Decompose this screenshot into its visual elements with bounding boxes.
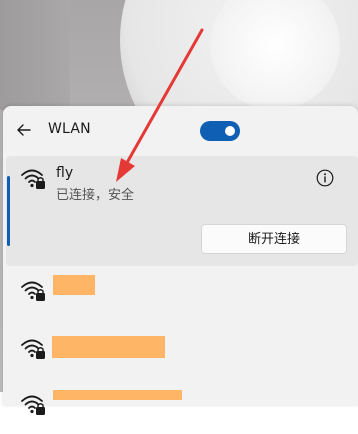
wlan-quick-settings-panel: WLAN fly 已连接，安全 断开连接 <box>3 106 358 415</box>
back-arrow-icon[interactable] <box>16 122 32 138</box>
info-icon[interactable] <box>316 169 334 187</box>
wlan-header: WLAN <box>3 106 358 154</box>
disconnect-button[interactable]: 断开连接 <box>201 224 347 254</box>
redacted-network-name <box>53 275 95 295</box>
network-list-item[interactable] <box>6 266 358 318</box>
wlan-toggle[interactable] <box>200 121 240 141</box>
wifi-secured-icon <box>21 169 45 189</box>
connected-network-item[interactable]: fly 已连接，安全 断开连接 <box>6 156 358 266</box>
wlan-title: WLAN <box>48 121 91 137</box>
toggle-knob <box>225 126 235 136</box>
network-name: fly <box>56 165 74 181</box>
redacted-network-name <box>52 336 165 358</box>
wifi-secured-icon <box>21 281 45 301</box>
wifi-secured-icon <box>21 395 45 415</box>
wifi-secured-icon <box>21 339 45 359</box>
network-status: 已连接，安全 <box>56 188 135 203</box>
network-list-item[interactable] <box>6 382 358 434</box>
network-list-item[interactable] <box>6 324 358 376</box>
wallpaper-shade <box>0 0 70 110</box>
selected-indicator <box>7 176 10 246</box>
